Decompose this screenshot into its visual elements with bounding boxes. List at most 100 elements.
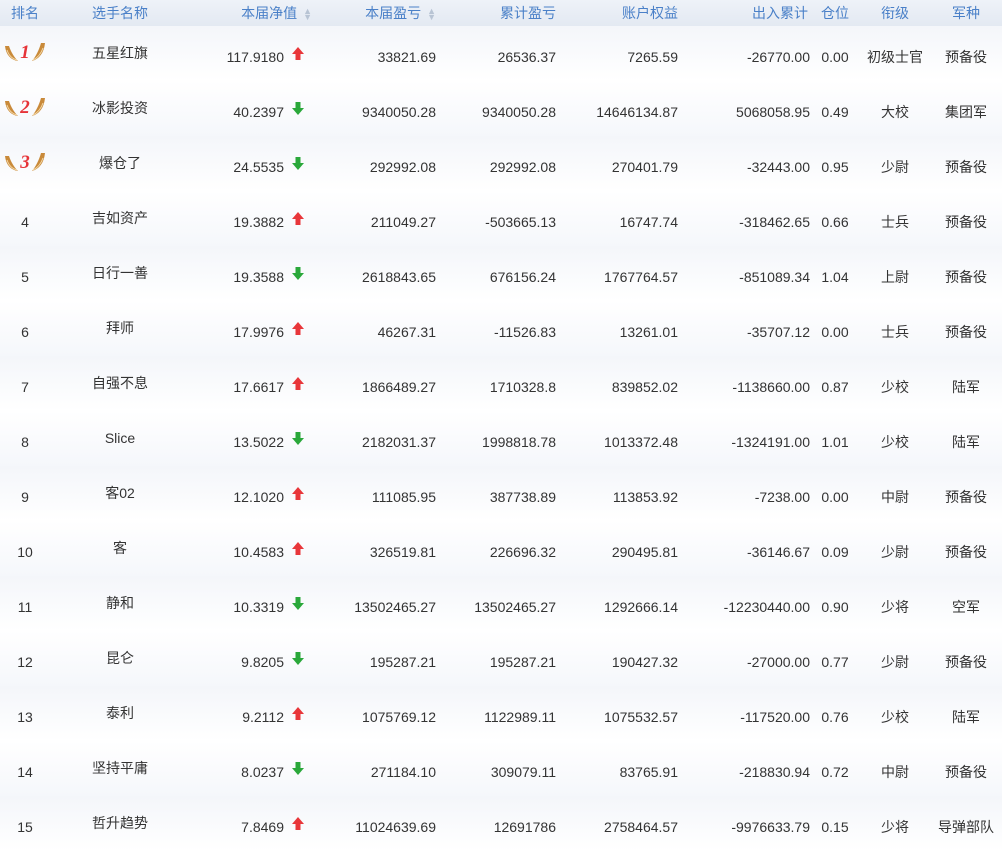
cell-rank: 6 [0, 301, 50, 356]
cell-total-pnl: 1710328.8 [489, 378, 556, 395]
arrow-up-icon [292, 321, 308, 335]
table-row[interactable]: 9 客02 12.1020 111085.95 387738.89 113853.92 -7… [0, 466, 1002, 521]
player-name-link[interactable]: 自强不息 [92, 375, 148, 391]
cell-branch: 预备役 [945, 543, 987, 560]
player-name-link[interactable]: 拜师 [106, 320, 134, 336]
table-row[interactable]: 6 拜师 17.9976 46267.31 -11526.83 13261.01 -3570… [0, 301, 1002, 356]
sort-icon[interactable]: ▲ ▼ [427, 7, 436, 22]
svg-text:3: 3 [19, 152, 30, 173]
cell-player-name[interactable]: 泰利 [50, 686, 190, 741]
cell-player-name[interactable]: 昆仑 [50, 631, 190, 686]
cell-player-name[interactable]: 日行一善 [50, 246, 190, 301]
header-branch[interactable]: 军种 [930, 0, 1002, 26]
header-player-name[interactable]: 选手名称 [50, 0, 190, 26]
player-name-link[interactable]: 客 [113, 540, 127, 556]
cell-branch: 预备役 [945, 268, 987, 285]
header-position[interactable]: 仓位 [810, 0, 860, 26]
table-row[interactable]: 3 爆仓了 24.5535 292992.08 292992.08 270401.79 -3… [0, 136, 1002, 191]
cell-player-name[interactable]: 静和 [50, 576, 190, 631]
arrow-up-icon [292, 46, 308, 60]
table-row[interactable]: 1 五星红旗 117.9180 33821.69 26536.37 7265.59 -267… [0, 26, 1002, 81]
cell-account-equity: 2758464.57 [604, 818, 678, 835]
player-name-link[interactable]: 泰利 [106, 705, 134, 721]
header-rank[interactable]: 排名 [0, 0, 50, 26]
header-account-equity[interactable]: 账户权益 [558, 0, 680, 26]
player-name-link[interactable]: 昆仑 [106, 650, 134, 666]
player-name-link[interactable]: 日行一善 [92, 265, 148, 281]
cell-rank: 14 [0, 741, 50, 796]
cell-account-equity: 14646134.87 [596, 103, 678, 120]
player-name-link[interactable]: 爆仓了 [99, 155, 141, 171]
arrow-down-icon [292, 101, 308, 115]
table-row[interactable]: 8 Slice 13.5022 2182031.37 1998818.78 1013372… [0, 411, 1002, 466]
table-row[interactable]: 13 泰利 9.2112 1075769.12 1122989.11 1075532.57… [0, 686, 1002, 741]
cell-player-name[interactable]: 爆仓了 [50, 136, 190, 191]
arrow-up-icon [292, 816, 308, 830]
cell-period-pnl: 1866489.27 [362, 378, 436, 395]
player-name-link[interactable]: 吉如资产 [92, 210, 148, 226]
cell-player-name[interactable]: Slice [50, 411, 190, 466]
cell-player-name[interactable]: 五星红旗 [50, 26, 190, 81]
player-name-link[interactable]: Slice [105, 430, 135, 446]
cell-period-pnl: 9340050.28 [362, 103, 436, 120]
arrow-up-icon [292, 541, 308, 555]
cell-total-pnl: 1998818.78 [482, 433, 556, 450]
rank-number: 6 [21, 323, 29, 340]
cell-flow-total: -117520.00 [740, 708, 810, 725]
cell-net-value: 24.5535 [190, 136, 320, 191]
table-row[interactable]: 10 客 10.4583 326519.81 226696.32 290495.81 -36… [0, 521, 1002, 576]
player-name-link[interactable]: 客02 [105, 485, 135, 501]
table-row[interactable]: 4 吉如资产 19.3882 211049.27 -503665.13 16747.74 -… [0, 191, 1002, 246]
player-name-link[interactable]: 冰影投资 [92, 100, 148, 116]
table-row[interactable]: 2 冰影投资 40.2397 9340050.28 9340050.28 14646134… [0, 81, 1002, 136]
cell-rank-title: 少校 [881, 378, 909, 395]
table-row[interactable]: 15 哲升趋势 7.8469 11024639.69 12691786 2758464.5… [0, 796, 1002, 851]
cell-position: 1.04 [821, 268, 849, 285]
rank-number: 14 [17, 763, 33, 780]
cell-period-pnl: 271184.10 [370, 763, 436, 780]
header-net-value[interactable]: 本届净值 ▲ ▼ [190, 0, 320, 26]
cell-account-equity: 16747.74 [619, 213, 678, 230]
cell-player-name[interactable]: 哲升趋势 [50, 796, 190, 851]
table-row[interactable]: 11 静和 10.3319 13502465.27 13502465.27 1292666… [0, 576, 1002, 631]
cell-position: 0.87 [821, 378, 849, 395]
cell-position: 1.01 [821, 433, 849, 450]
arrow-up-icon [292, 376, 308, 390]
cell-rank-title: 少将 [881, 818, 909, 835]
sort-icon[interactable]: ▲ ▼ [303, 7, 312, 22]
cell-player-name[interactable]: 吉如资产 [50, 191, 190, 246]
arrow-down-icon [292, 266, 308, 280]
cell-account-equity: 1013372.48 [604, 433, 678, 450]
cell-player-name[interactable]: 冰影投资 [50, 81, 190, 136]
cell-player-name[interactable]: 拜师 [50, 301, 190, 356]
table-row[interactable]: 7 自强不息 17.6617 1866489.27 1710328.8 839852.02… [0, 356, 1002, 411]
player-name-link[interactable]: 哲升趋势 [92, 815, 148, 831]
cell-flow-total: -1324191.00 [731, 433, 810, 450]
cell-player-name[interactable]: 坚持平庸 [50, 741, 190, 796]
cell-branch: 空军 [952, 598, 980, 615]
cell-branch: 预备役 [945, 653, 987, 670]
header-rank-title[interactable]: 衔级 [860, 0, 930, 26]
player-name-link[interactable]: 五星红旗 [92, 45, 148, 61]
cell-total-pnl: -11526.83 [493, 323, 556, 340]
cell-rank-title: 初级士官 [867, 48, 923, 65]
cell-flow-total: 5068058.95 [736, 103, 810, 120]
header-total-pnl[interactable]: 累计盈亏 [438, 0, 558, 26]
cell-branch: 陆军 [952, 708, 980, 725]
cell-flow-total: -32443.00 [746, 158, 810, 175]
cell-player-name[interactable]: 客02 [50, 466, 190, 521]
header-period-pnl[interactable]: 本届盈亏 ▲ ▼ [320, 0, 438, 26]
cell-rank: 5 [0, 246, 50, 301]
table-row[interactable]: 5 日行一善 19.3588 2618843.65 676156.24 1767764.5… [0, 246, 1002, 301]
cell-player-name[interactable]: 客 [50, 521, 190, 576]
cell-net-value: 117.9180 [190, 26, 320, 81]
table-row[interactable]: 12 昆仑 9.8205 195287.21 195287.21 190427.32 -27… [0, 631, 1002, 686]
player-name-link[interactable]: 静和 [106, 595, 134, 611]
cell-flow-total: -851089.34 [739, 268, 810, 285]
player-name-link[interactable]: 坚持平庸 [92, 760, 148, 776]
table-row[interactable]: 14 坚持平庸 8.0237 271184.10 309079.11 83765.91 -2… [0, 741, 1002, 796]
header-flow-total[interactable]: 出入累计 [680, 0, 810, 26]
cell-player-name[interactable]: 自强不息 [50, 356, 190, 411]
cell-rank-title: 少将 [881, 598, 909, 615]
cell-rank: 8 [0, 411, 50, 466]
